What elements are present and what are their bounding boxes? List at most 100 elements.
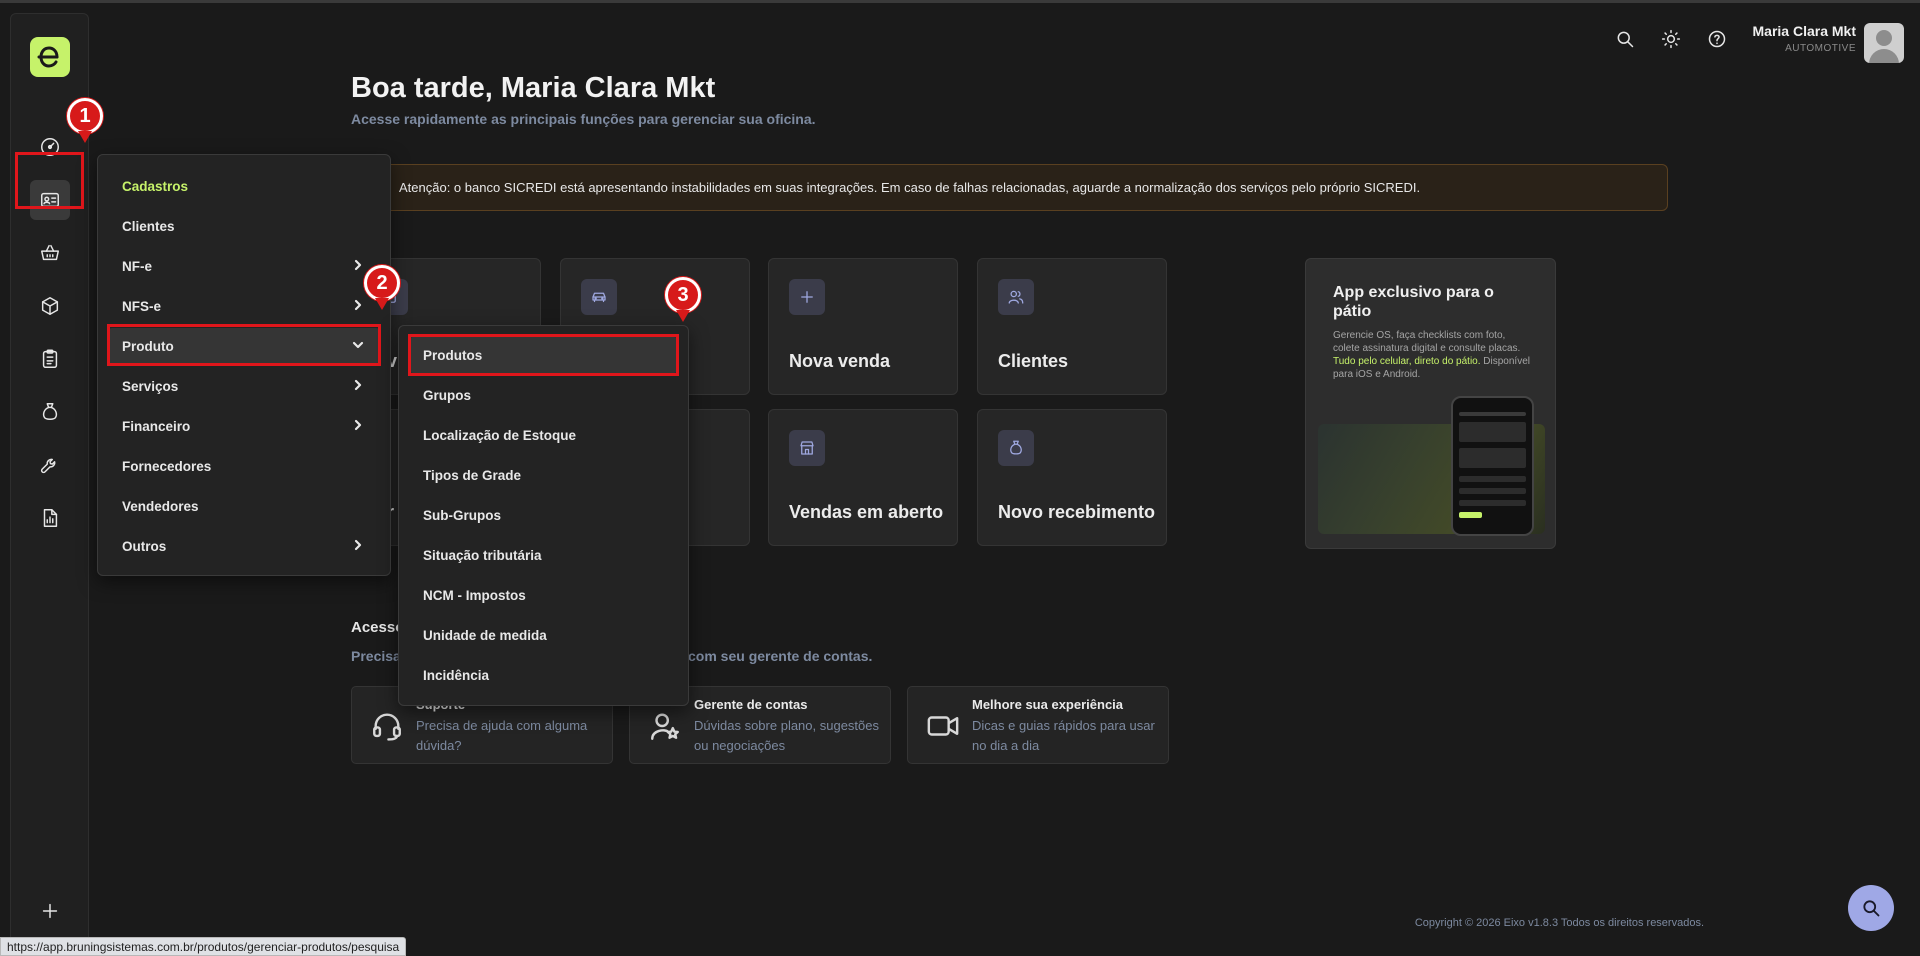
card-novo-recebimento[interactable]: Novo recebimento <box>977 409 1167 546</box>
clipboard-icon[interactable] <box>30 339 70 379</box>
access-subtitle-start: Precisa <box>351 648 401 664</box>
menu-item-label: Vendedores <box>122 498 199 514</box>
submenu-item-label: Situação tributária <box>423 547 542 563</box>
chevron-right-icon <box>352 259 364 271</box>
submenu-item-label: Tipos de Grade <box>423 467 522 483</box>
cadastros-icon[interactable] <box>30 180 70 220</box>
submenu-item-grupos[interactable]: Grupos <box>409 377 678 413</box>
help-card-title: Gerente de contas <box>694 697 808 712</box>
plus-icon <box>789 279 825 315</box>
menu-item-label: NF-e <box>122 258 152 274</box>
chevron-right-icon <box>352 539 364 551</box>
search-icon[interactable] <box>1612 26 1638 52</box>
submenu-item-sub-grupos[interactable]: Sub-Grupos <box>409 497 678 533</box>
menu-item-label: NFS-e <box>122 298 162 314</box>
card-novo-recebimento-label: Novo recebimento <box>998 502 1156 522</box>
user-name[interactable]: Maria Clara Mkt <box>1753 23 1856 39</box>
chevron-right-icon <box>352 299 364 311</box>
header-actions <box>1612 26 1730 52</box>
step-marker-1: 1 <box>67 98 103 134</box>
submenu-item-label: Localização de Estoque <box>423 427 577 443</box>
menu-item-label: Clientes <box>122 218 175 234</box>
dashboard-icon[interactable] <box>30 127 70 167</box>
chevron-down-icon <box>352 339 364 351</box>
browser-top-edge <box>0 0 1920 3</box>
chevron-right-icon <box>352 419 364 431</box>
submenu-item-unidade-medida[interactable]: Unidade de medida <box>409 617 678 653</box>
submenu-item-label: Unidade de medida <box>423 627 547 643</box>
app-promo-card[interactable]: App exclusivo para o pátio Gerencie OS, … <box>1305 258 1556 549</box>
status-bar-url: https://app.bruningsistemas.com.br/produ… <box>0 937 407 956</box>
submenu-item-label: Incidência <box>423 667 490 683</box>
help-card-desc: Dúvidas sobre plano, sugestões ou negoci… <box>694 718 880 753</box>
menu-item-label: Outros <box>122 538 167 554</box>
alert-banner: Atenção: o banco SICREDI está apresentan… <box>376 164 1668 211</box>
help-card-desc: Precisa de ajuda com alguma dúvida? <box>416 718 588 753</box>
video-icon <box>927 716 959 736</box>
submenu-item-situacao-tributaria[interactable]: Situação tributária <box>409 537 678 573</box>
chevron-right-icon <box>352 379 364 391</box>
search-icon <box>1863 900 1880 917</box>
money-bag-icon <box>998 430 1034 466</box>
users-icon <box>998 279 1034 315</box>
submenu-item-label: NCM - Impostos <box>423 587 526 603</box>
step-marker-2: 2 <box>364 265 400 301</box>
card-nova-venda-label: Nova venda <box>789 351 891 371</box>
sun-icon[interactable] <box>1658 26 1684 52</box>
report-icon[interactable] <box>30 498 70 538</box>
menu-item-outros[interactable]: Outros <box>108 528 380 564</box>
produto-submenu: Produtos Grupos Localização de Estoque T… <box>398 325 689 706</box>
user-star-icon <box>651 713 679 740</box>
basket-icon[interactable] <box>30 233 70 273</box>
copyright-text: Copyright © 2026 Eixo v1.8.3 Todos os di… <box>1414 917 1704 929</box>
menu-item-nfse[interactable]: NFS-e <box>108 288 380 324</box>
help-card-experiencia[interactable]: Melhore sua experiência Dicas e guias rá… <box>907 686 1169 764</box>
car-icon <box>581 279 617 315</box>
headset-icon <box>373 713 401 741</box>
floating-search-button[interactable] <box>1848 885 1894 931</box>
card-clientes-label: Clientes <box>998 351 1069 371</box>
card-vendas-aberto-label: Vendas em aberto <box>789 502 944 522</box>
page-title: Boa tarde, Maria Clara Mkt <box>351 72 716 104</box>
menu-item-financeiro[interactable]: Financeiro <box>108 408 380 444</box>
menu-item-vendedores[interactable]: Vendedores <box>108 488 380 524</box>
submenu-item-localizacao-estoque[interactable]: Localização de Estoque <box>409 417 678 453</box>
app-promo-desc-highlight: Tudo pelo celular, direto do pátio. <box>1333 356 1481 367</box>
phone-mockup-image <box>1451 396 1534 536</box>
submenu-item-produtos[interactable]: Produtos <box>409 337 678 373</box>
submenu-item-label: Sub-Grupos <box>423 507 501 523</box>
logo-icon <box>37 46 59 68</box>
menu-item-label: Produto <box>122 338 174 354</box>
card-clientes[interactable]: Clientes <box>977 258 1167 395</box>
app-promo-title: App exclusivo para o pátio <box>1333 284 1494 320</box>
menu-item-label: Fornecedores <box>122 458 212 474</box>
help-icon[interactable] <box>1704 26 1730 52</box>
avatar[interactable] <box>1864 23 1904 63</box>
access-subtitle-end: com seu gerente de contas. <box>688 648 873 664</box>
help-card-desc: Dicas e guias rápidos para usar no dia a… <box>972 718 1155 753</box>
sidebar <box>10 13 89 943</box>
menu-item-servicos[interactable]: Serviços <box>108 368 380 404</box>
submenu-item-incidencia[interactable]: Incidência <box>409 657 678 693</box>
submenu-item-label: Grupos <box>423 387 472 403</box>
menu-item-fornecedores[interactable]: Fornecedores <box>108 448 380 484</box>
add-icon[interactable] <box>30 891 70 931</box>
card-nova-venda[interactable]: Nova venda <box>768 258 958 395</box>
card-vendas-aberto[interactable]: Vendas em aberto <box>768 409 958 546</box>
page-subtitle: Acesse rapidamente as principais funções… <box>351 111 816 127</box>
submenu-item-label: Produtos <box>423 347 483 363</box>
menu-item-label: Serviços <box>122 378 179 394</box>
access-title: Acesso <box>351 619 405 636</box>
help-card-title: Melhore sua experiência <box>972 697 1124 712</box>
money-bag-icon[interactable] <box>30 392 70 432</box>
menu-item-clientes[interactable]: Clientes <box>108 208 380 244</box>
alert-text: Atenção: o banco SICREDI está apresentan… <box>399 180 1421 195</box>
app-logo[interactable] <box>30 37 70 77</box>
wrench-icon[interactable] <box>30 445 70 485</box>
menu-item-nfe[interactable]: NF-e <box>108 248 380 284</box>
submenu-item-ncm-impostos[interactable]: NCM - Impostos <box>409 577 678 613</box>
box-icon[interactable] <box>30 286 70 326</box>
menu-item-produto[interactable]: Produto <box>108 328 380 364</box>
store-icon <box>789 430 825 466</box>
submenu-item-tipos-grade[interactable]: Tipos de Grade <box>409 457 678 493</box>
